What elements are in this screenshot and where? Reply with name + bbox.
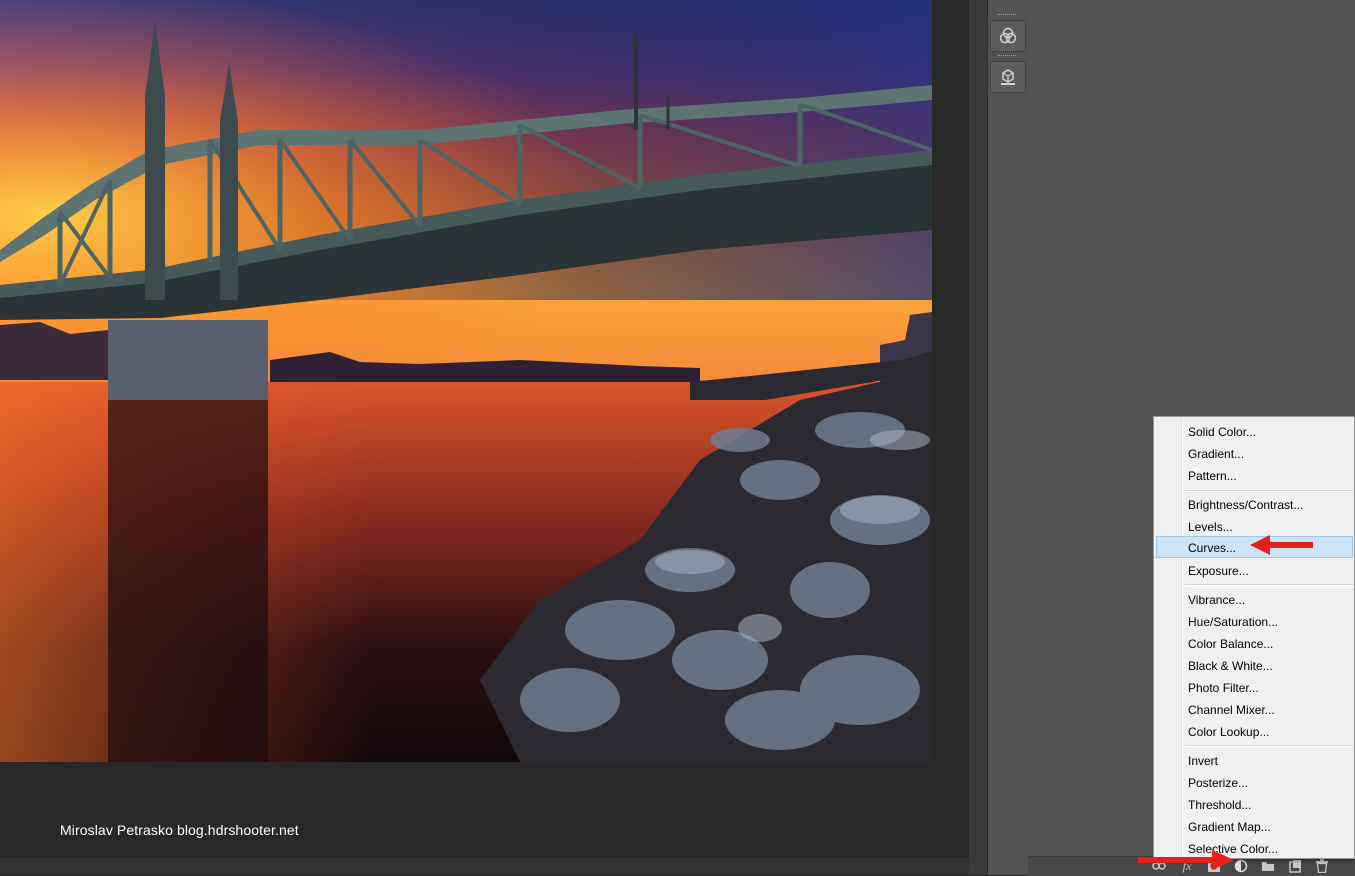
menu-item-gradient[interactable]: Gradient... (1156, 442, 1352, 464)
photo-bridge-sunset (0, 0, 932, 762)
menu-item-label: Curves... (1188, 541, 1237, 555)
menu-item-label: Photo Filter... (1188, 681, 1259, 695)
menu-item-invert[interactable]: Invert (1156, 749, 1352, 771)
panel-grip[interactable] (998, 55, 1016, 58)
annotation-arrow-adjustment (1138, 850, 1234, 870)
menu-item-label: Posterize... (1188, 776, 1249, 790)
panel-grip[interactable] (998, 14, 1016, 17)
menu-item-label: Color Lookup... (1188, 725, 1270, 739)
adjustment-layer-icon[interactable] (1234, 859, 1248, 873)
menu-item-black-white[interactable]: Black & White... (1156, 654, 1352, 676)
menu-item-posterize[interactable]: Posterize... (1156, 771, 1352, 793)
menu-item-label: Brightness/Contrast... (1188, 498, 1304, 512)
3d-cube-icon[interactable] (990, 61, 1026, 93)
menu-item-pattern[interactable]: Pattern... (1156, 464, 1352, 486)
menu-item-label: Channel Mixer... (1188, 703, 1275, 717)
menu-item-label: Invert (1188, 754, 1219, 768)
menu-item-label: Pattern... (1188, 469, 1237, 483)
menu-item-label: Solid Color... (1188, 425, 1257, 439)
menu-item-vibrance[interactable]: Vibrance... (1156, 588, 1352, 610)
menu-item-label: Gradient... (1188, 447, 1245, 461)
menu-item-levels[interactable]: Levels... (1156, 515, 1352, 537)
menu-item-hue-saturation[interactable]: Hue/Saturation... (1156, 610, 1352, 632)
menu-item-brightness-contrast[interactable]: Brightness/Contrast... (1156, 493, 1352, 515)
menu-item-label: Color Balance... (1188, 637, 1274, 651)
menu-item-label: Exposure... (1188, 564, 1249, 578)
adjustment-layer-menu: Solid Color... Gradient... Pattern... Br… (1153, 416, 1355, 859)
menu-item-label: Hue/Saturation... (1188, 615, 1279, 629)
menu-item-threshold[interactable]: Threshold... (1156, 793, 1352, 815)
menu-item-color-balance[interactable]: Color Balance... (1156, 632, 1352, 654)
document-canvas[interactable]: Miroslav Petrasko blog.hdrshooter.net (0, 0, 969, 875)
menu-item-solid-color[interactable]: Solid Color... (1156, 420, 1352, 442)
menu-item-label: Black & White... (1188, 659, 1273, 673)
menu-item-label: Threshold... (1188, 798, 1252, 812)
menu-item-exposure[interactable]: Exposure... (1156, 559, 1352, 581)
trash-icon[interactable] (1315, 859, 1329, 873)
collapsed-panel-strip (987, 0, 1029, 875)
menu-item-color-lookup[interactable]: Color Lookup... (1156, 720, 1352, 742)
channels-icon[interactable] (990, 20, 1026, 52)
menu-separator (1185, 745, 1354, 747)
new-layer-icon[interactable] (1288, 859, 1302, 873)
menu-item-photo-filter[interactable]: Photo Filter... (1156, 676, 1352, 698)
menu-item-gradient-map[interactable]: Gradient Map... (1156, 815, 1352, 837)
new-group-icon[interactable] (1261, 859, 1275, 873)
menu-item-label: Vibrance... (1188, 593, 1246, 607)
panel-gutter (969, 0, 987, 875)
menu-item-label: Gradient Map... (1188, 820, 1271, 834)
menu-separator (1185, 584, 1354, 586)
menu-item-label: Levels... (1188, 520, 1233, 534)
watermark-text: Miroslav Petrasko blog.hdrshooter.net (60, 822, 299, 838)
menu-item-channel-mixer[interactable]: Channel Mixer... (1156, 698, 1352, 720)
horizontal-scrollbar[interactable] (0, 858, 969, 875)
annotation-arrow-curves (1250, 535, 1313, 555)
menu-separator (1185, 490, 1354, 492)
